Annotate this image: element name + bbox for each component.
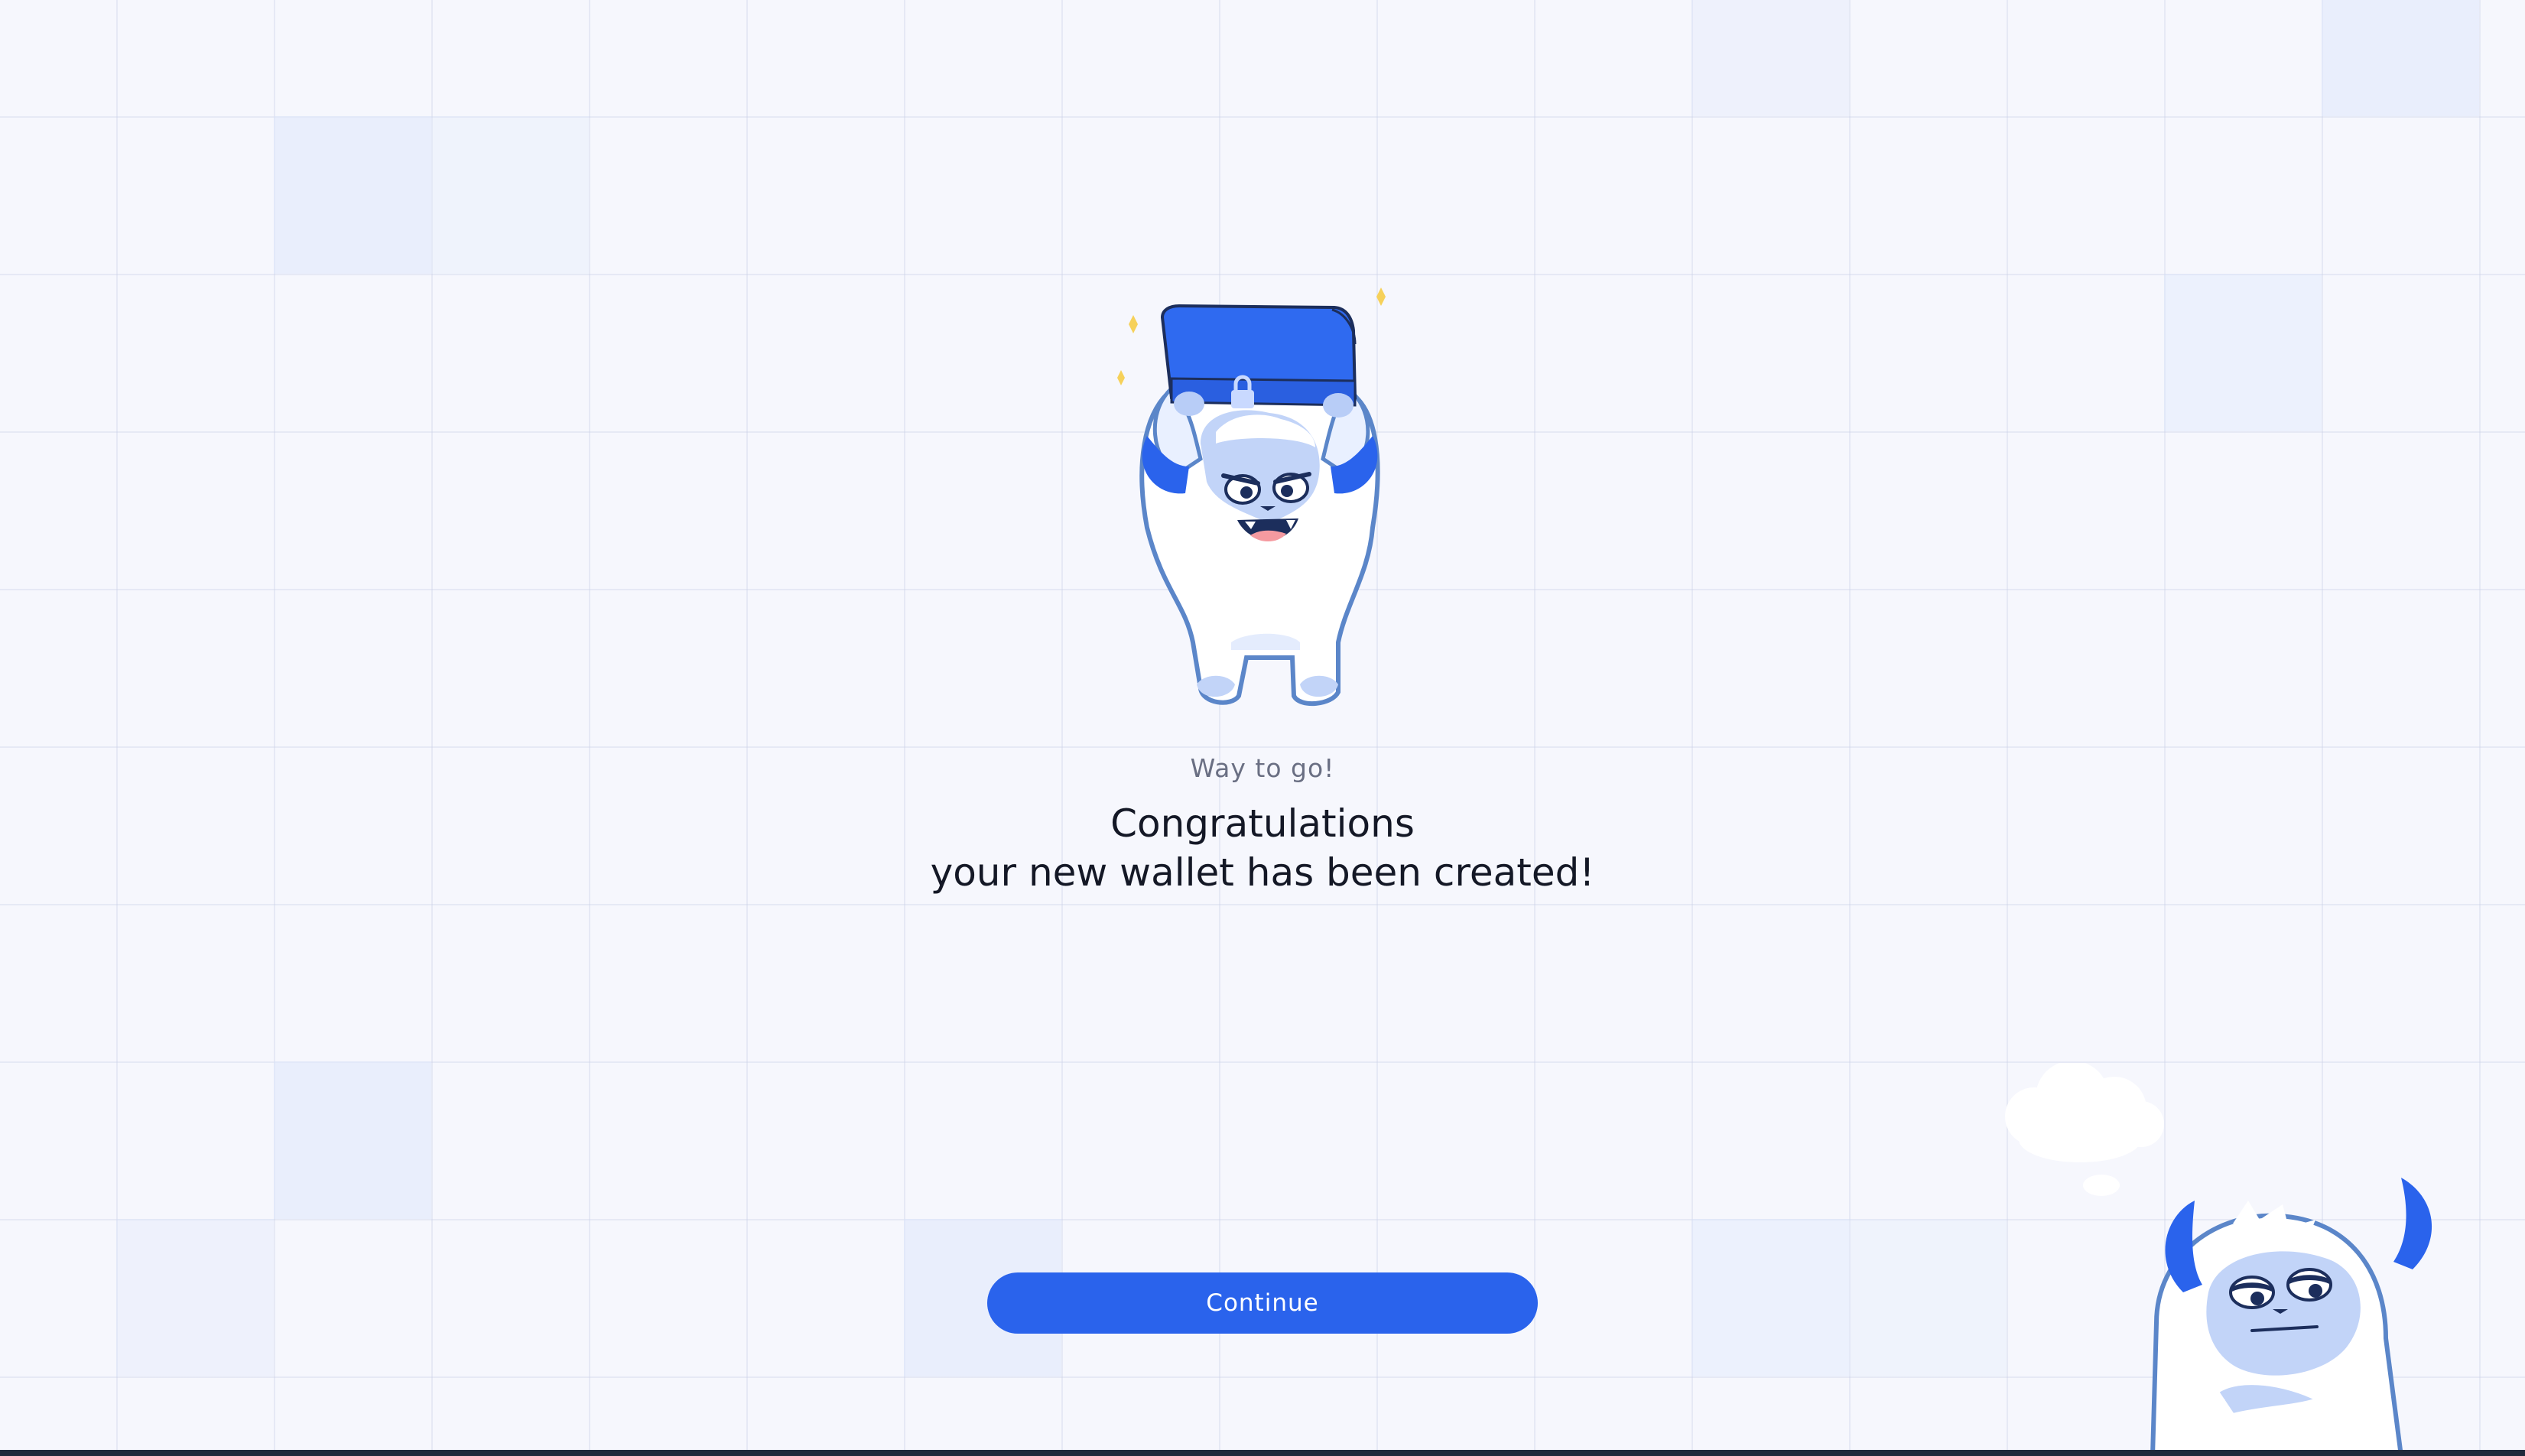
headline-line-1: Congratulations [1110,801,1415,846]
thought-cloud-icon [2005,1063,2164,1196]
background-tile [274,116,431,274]
yeti-holding-chest-illustration [1117,288,1386,707]
page-title: Congratulations your new wallet has been… [0,799,2525,897]
bottom-bar [0,1450,2525,1456]
background-tile [274,1061,431,1219]
background-tile [1691,0,1849,116]
background-tile [1849,1219,2007,1376]
subtitle: Way to go! [1190,753,1335,783]
background-tile [116,1219,274,1376]
continue-button[interactable]: Continue [987,1272,1538,1334]
background-tile [2322,0,2479,116]
background-tile [431,116,589,274]
background-tile [2164,274,2322,431]
headline-line-2: your new wallet has been created! [930,850,1595,895]
background-tile [1691,1219,1849,1376]
yeti-thinking-illustration [2005,1063,2432,1456]
